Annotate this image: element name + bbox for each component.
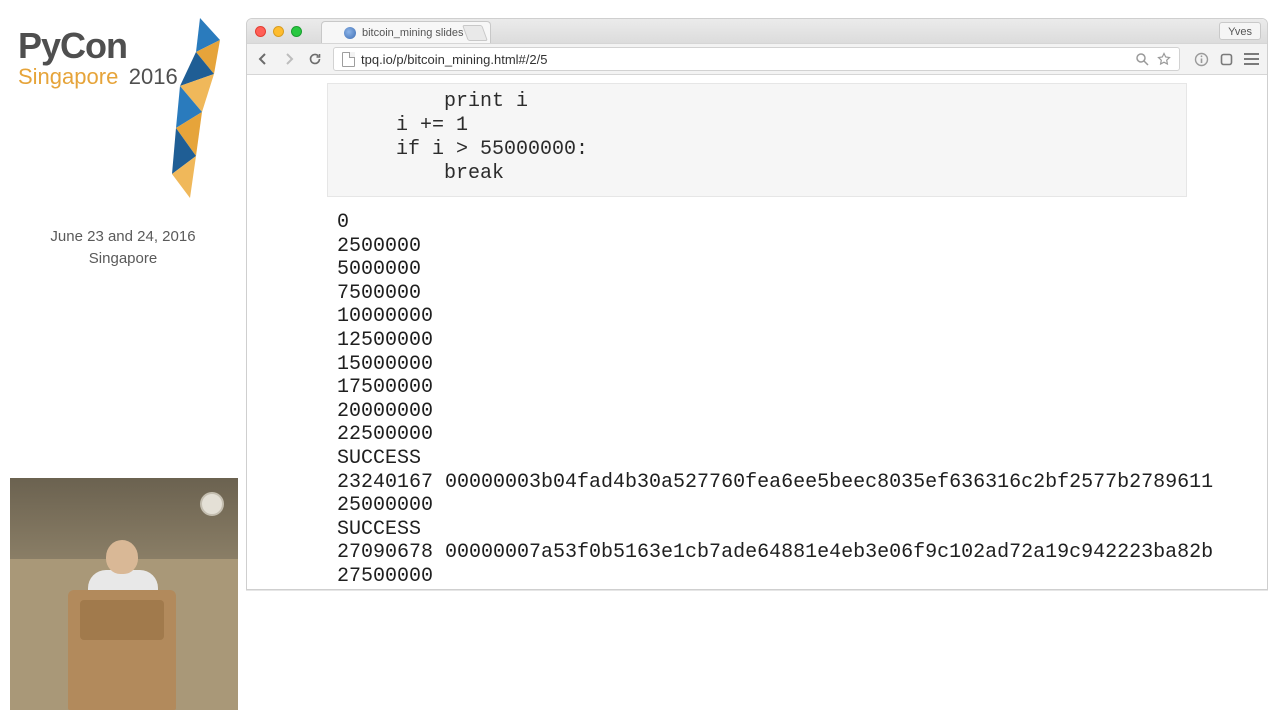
window-zoom-button[interactable] [291, 26, 302, 37]
back-button[interactable] [255, 51, 271, 67]
conference-date-line1: June 23 and 24, 2016 [0, 226, 246, 248]
conference-dates: June 23 and 24, 2016 Singapore [0, 226, 246, 270]
tab-favicon-icon [344, 27, 356, 39]
pyconsg-bird-icon [168, 16, 248, 206]
speaker-head [106, 540, 138, 574]
url-text: tpq.io/p/bitcoin_mining.html#/2/5 [361, 52, 1129, 67]
conference-date-line2: Singapore [0, 248, 246, 270]
forward-button[interactable] [281, 51, 297, 67]
page-icon [342, 52, 355, 67]
reload-button[interactable] [307, 51, 323, 67]
output-cell: 0 2500000 5000000 7500000 10000000 12500… [337, 211, 1187, 589]
address-bar[interactable]: tpq.io/p/bitcoin_mining.html#/2/5 [333, 47, 1180, 71]
window-controls [255, 26, 302, 37]
extension-icon[interactable] [1219, 52, 1234, 67]
window-minimize-button[interactable] [273, 26, 284, 37]
output-text: 0 2500000 5000000 7500000 10000000 12500… [337, 211, 1187, 589]
code-cell: print i i += 1 if i > 55000000: break [327, 83, 1187, 197]
conference-sidebar: PyCon Singapore 2016 June 23 and 24, 201… [0, 0, 246, 720]
zoom-icon[interactable] [1135, 52, 1149, 66]
podium [68, 590, 176, 710]
code-block: print i i += 1 if i > 55000000: break [328, 90, 1186, 186]
profile-chip[interactable]: Yves [1219, 22, 1261, 40]
conference-logo: PyCon Singapore 2016 [18, 28, 228, 90]
wall-clock-icon [200, 492, 224, 516]
info-icon[interactable] [1194, 52, 1209, 67]
browser-toolbar: tpq.io/p/bitcoin_mining.html#/2/5 [247, 43, 1267, 75]
window-close-button[interactable] [255, 26, 266, 37]
page-viewport: print i i += 1 if i > 55000000: break 0 … [247, 75, 1267, 589]
arrow-left-icon [256, 52, 270, 66]
conference-subtitle: Singapore [18, 64, 118, 89]
arrow-right-icon [282, 52, 296, 66]
speaker-video-thumbnail [10, 478, 238, 710]
reload-icon [308, 52, 322, 66]
browser-window: bitcoin_mining slides × Yves tpq.io/p/bi… [246, 18, 1268, 590]
tab-title: bitcoin_mining slides [362, 22, 464, 44]
menu-button[interactable] [1244, 53, 1259, 65]
hamburger-icon [1244, 53, 1259, 55]
bookmark-star-icon[interactable] [1157, 52, 1171, 66]
window-titlebar: bitcoin_mining slides × Yves [247, 19, 1267, 43]
